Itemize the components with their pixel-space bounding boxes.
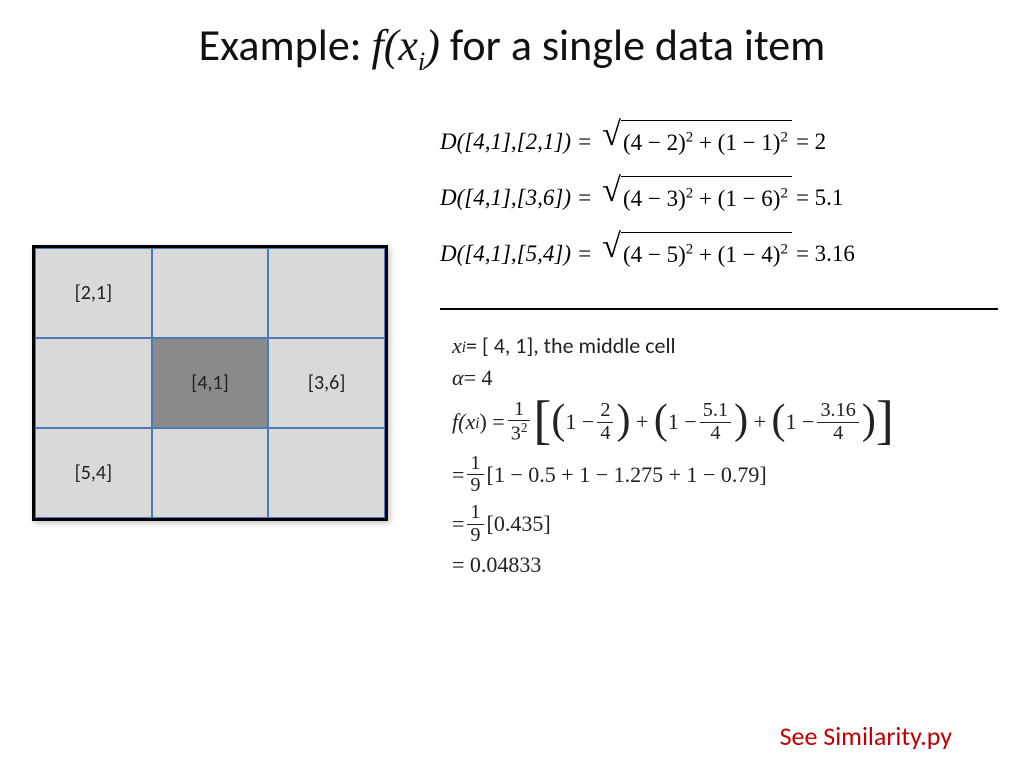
title-suffix: for a single data item — [440, 18, 825, 72]
example-grid: [2,1] [4,1] [3,6] [5,4] — [32, 245, 388, 521]
grid-cell-1-0 — [35, 338, 152, 428]
divider-line — [440, 308, 998, 310]
sqrt-icon: √ (4 − 3)2 + (1 − 6)2 — [602, 176, 792, 218]
grid-cell-0-1 — [152, 248, 269, 338]
title-prefix: Example: — [199, 18, 372, 72]
grid-row: [5,4] — [35, 428, 385, 518]
title-fx: f(xi) — [371, 21, 439, 70]
see-similarity-link[interactable]: See Similarity.py — [780, 720, 952, 752]
distance-eq-3: D([4,1],[5,4]) = √ (4 − 5)2 + (1 − 4)2 =… — [440, 232, 1000, 274]
grid-cell-0-0: [2,1] — [35, 248, 152, 338]
sqrt-icon: √ (4 − 5)2 + (1 − 4)2 — [602, 232, 792, 274]
slide-title: Example: f(xi) for a single data item — [0, 18, 1024, 77]
grid-row: [2,1] — [35, 248, 385, 338]
distance-eq-2: D([4,1],[3,6]) = √ (4 − 3)2 + (1 − 6)2 =… — [440, 176, 1000, 218]
distance-equations: D([4,1],[2,1]) = √ (4 − 2)2 + (1 − 1)2 =… — [440, 120, 1000, 288]
grid-cell-2-0: [5,4] — [35, 428, 152, 518]
computation-block: xi = [ 4, 1], the middle cell α = 4 f(xi… — [452, 326, 992, 584]
alpha-definition: α = 4 — [452, 365, 992, 391]
xi-definition: xi = [ 4, 1], the middle cell — [452, 332, 992, 359]
fx-expansion: f(xi) = 1 32 [ (1 − 24 ) + (1 − 5.14 ) +… — [452, 397, 992, 447]
fx-result: = 0.04833 — [452, 552, 992, 578]
fx-step-2: = 19 [1 − 0.5 + 1 − 1.275 + 1 − 0.79] — [452, 453, 992, 496]
sqrt-icon: √ (4 − 2)2 + (1 − 1)2 — [602, 120, 792, 162]
grid-cell-center: [4,1] — [152, 338, 269, 428]
grid-row: [4,1] [3,6] — [35, 338, 385, 428]
grid-cell-2-2 — [268, 428, 385, 518]
distance-eq-1: D([4,1],[2,1]) = √ (4 − 2)2 + (1 − 1)2 =… — [440, 120, 1000, 162]
grid-cell-1-2: [3,6] — [268, 338, 385, 428]
grid-cell-2-1 — [152, 428, 269, 518]
fraction: 1 32 — [508, 399, 531, 445]
grid-cell-0-2 — [268, 248, 385, 338]
fx-step-3: = 19 [0.435] — [452, 502, 992, 545]
